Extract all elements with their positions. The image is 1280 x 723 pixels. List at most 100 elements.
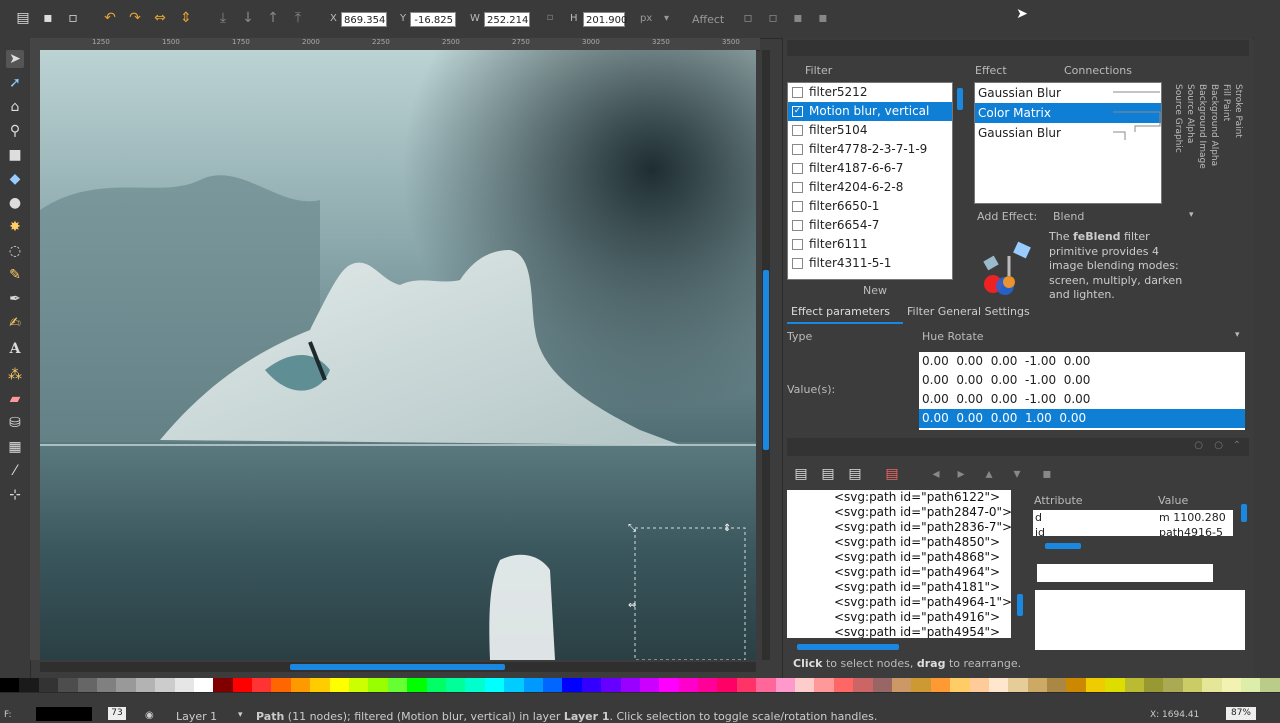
palette-swatch[interactable] (659, 678, 679, 692)
raise-node-icon[interactable]: ▴ (981, 466, 997, 482)
delete-node-icon[interactable]: ▤ (884, 466, 900, 482)
xml-node[interactable]: <svg:path id="path6122"> (787, 490, 1011, 505)
chevron-down-icon[interactable]: ▾ (1235, 330, 1240, 340)
resize-handle-icon[interactable]: ⇔ (628, 600, 636, 611)
filter-item[interactable]: filter4187-6-6-7 (788, 159, 952, 178)
scrollbar-thumb[interactable] (763, 270, 769, 450)
attribute-row[interactable]: d m 1100.280 (1033, 510, 1233, 525)
palette-swatch[interactable] (1124, 678, 1145, 692)
w-field[interactable]: 252.214 (484, 12, 530, 27)
palette-swatch[interactable] (135, 678, 156, 692)
chevron-down-icon[interactable]: ▾ (664, 13, 669, 24)
rectangle-tool-icon[interactable]: ■ (6, 146, 24, 164)
palette-swatch[interactable] (1163, 678, 1183, 692)
scale-corners-icon[interactable]: ▫ (765, 10, 781, 26)
palette-swatch[interactable] (678, 678, 699, 692)
palette-swatch[interactable] (0, 678, 20, 692)
add-effect-select[interactable]: Blend (1053, 210, 1084, 223)
palette-swatch[interactable] (1085, 678, 1106, 692)
palette-swatch[interactable] (116, 678, 136, 692)
select-all-objects-icon[interactable]: ▪ (40, 10, 56, 26)
lower-icon[interactable]: ↓ (240, 10, 256, 26)
raise-icon[interactable]: ↑ (265, 10, 281, 26)
input-label[interactable]: Background Image (1197, 84, 1207, 169)
palette-swatch[interactable] (950, 678, 970, 692)
attribute-value-textarea[interactable] (1035, 590, 1245, 650)
new-filter-button[interactable]: New (863, 284, 887, 297)
duplicate-node-icon[interactable]: ▤ (847, 466, 863, 482)
connector-tool-icon[interactable]: ⊹ (6, 486, 24, 504)
delete-attribute-icon[interactable]: ▪ (1039, 466, 1055, 482)
palette-swatch[interactable] (911, 678, 931, 692)
spiral-tool-icon[interactable]: ◌ (6, 242, 24, 260)
new-element-node-icon[interactable]: ▤ (793, 466, 809, 482)
gradient-tool-icon[interactable]: ▦ (6, 438, 24, 456)
pen-tool-icon[interactable]: ✒ (6, 290, 24, 308)
unit-select[interactable]: px (640, 13, 652, 24)
palette-swatch[interactable] (193, 678, 214, 692)
ellipse-tool-icon[interactable]: ● (6, 194, 24, 212)
chevron-down-icon[interactable]: ▾ (238, 710, 243, 720)
lower-node-icon[interactable]: ▾ (1009, 466, 1025, 482)
canvas-horizontal-scrollbar[interactable] (40, 662, 756, 672)
h-field[interactable]: 201.900 (583, 12, 627, 27)
palette-swatch[interactable] (581, 678, 602, 692)
palette-swatch[interactable] (562, 678, 582, 692)
palette-swatch[interactable] (698, 678, 718, 692)
palette-swatch[interactable] (426, 678, 446, 692)
input-label[interactable]: Source Alpha (1185, 84, 1195, 143)
xml-tree-scrollbar[interactable] (1017, 594, 1023, 616)
palette-swatch[interactable] (155, 678, 175, 692)
palette-swatch[interactable] (174, 678, 194, 692)
indent-node-icon[interactable]: ▸ (953, 466, 969, 482)
filter-item[interactable]: filter6111 (788, 235, 952, 254)
palette-swatch[interactable] (387, 678, 408, 692)
palette-swatch[interactable] (271, 678, 291, 692)
attribute-table[interactable]: d m 1100.280 id path4916-5 (1033, 510, 1233, 536)
selector-tool-icon[interactable]: ➤ (6, 50, 24, 68)
palette-swatch[interactable] (853, 678, 873, 692)
palette-swatch[interactable] (504, 678, 524, 692)
color-palette[interactable] (0, 678, 1280, 692)
tab-filter-general-settings[interactable]: Filter General Settings (907, 305, 1030, 318)
filter-item[interactable]: filter4778-2-3-7-1-9 (788, 140, 952, 159)
eraser-tool-icon[interactable]: ▰ (6, 390, 24, 408)
checkbox-checked-icon[interactable]: ✓ (792, 106, 803, 117)
node-tool-icon[interactable]: ➚ (6, 74, 24, 92)
checkbox-icon[interactable] (792, 258, 803, 269)
raise-to-top-icon[interactable]: ⤒ (290, 10, 306, 26)
palette-swatch[interactable] (77, 678, 97, 692)
palette-swatch[interactable] (717, 678, 737, 692)
pencil-tool-icon[interactable]: ✎ (6, 266, 24, 284)
xml-node-tree[interactable]: <svg:path id="path6122"> <svg:path id="p… (787, 490, 1011, 638)
spray-tool-icon[interactable]: ⁂ (6, 366, 24, 384)
palette-swatch[interactable] (736, 678, 757, 692)
attribute-scrollbar[interactable] (1241, 504, 1247, 522)
resize-handle-icon[interactable]: ⤡ (628, 523, 636, 534)
palette-swatch[interactable] (620, 678, 640, 692)
palette-swatch[interactable] (232, 678, 253, 692)
checkbox-icon[interactable] (792, 220, 803, 231)
minimize-icon[interactable]: ○ (1194, 440, 1203, 451)
palette-swatch[interactable] (1105, 678, 1125, 692)
attribute-row[interactable]: id path4916-5 (1033, 525, 1233, 536)
filter-item[interactable]: filter5104 (788, 121, 952, 140)
palette-swatch[interactable] (542, 678, 563, 692)
chevron-up-icon[interactable]: ⌃ (1233, 440, 1241, 451)
palette-swatch[interactable] (252, 678, 272, 692)
palette-swatch[interactable] (775, 678, 796, 692)
star-tool-icon[interactable]: ✸ (6, 218, 24, 236)
text-tool-icon[interactable]: A (6, 340, 24, 358)
palette-swatch[interactable] (1260, 678, 1280, 692)
checkbox-icon[interactable] (792, 87, 803, 98)
palette-swatch[interactable] (930, 678, 951, 692)
input-label[interactable]: Fill Paint (1221, 84, 1231, 121)
palette-swatch[interactable] (601, 678, 621, 692)
scrollbar-thumb[interactable] (290, 664, 505, 670)
checkbox-icon[interactable] (792, 163, 803, 174)
unindent-node-icon[interactable]: ◂ (928, 466, 944, 482)
visibility-toggle-icon[interactable]: ◉ (145, 710, 154, 721)
palette-swatch[interactable] (1202, 678, 1222, 692)
palette-swatch[interactable] (969, 678, 989, 692)
move-patterns-icon[interactable]: ▪ (815, 10, 831, 26)
